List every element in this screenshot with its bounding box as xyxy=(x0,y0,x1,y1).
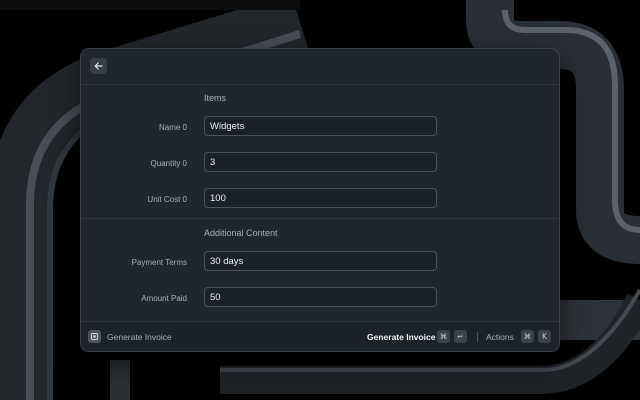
form-content: Items Name 0 Quantity 0 Unit Cost 0 Addi… xyxy=(81,85,559,322)
field-label-quantity-0: Quantity 0 xyxy=(150,159,187,168)
actions-button[interactable]: Actions xyxy=(486,332,514,342)
window-toolbar xyxy=(81,49,559,85)
section-divider xyxy=(81,218,559,219)
cmd-key-icon: ⌘ xyxy=(521,330,534,343)
back-button[interactable] xyxy=(90,58,107,74)
field-label-unit-cost-0: Unit Cost 0 xyxy=(147,195,187,204)
invoice-window: Items Name 0 Quantity 0 Unit Cost 0 Addi… xyxy=(80,48,560,352)
generate-invoice-button[interactable]: Generate Invoice xyxy=(367,332,436,342)
arrow-left-icon xyxy=(94,57,103,75)
extension-icon xyxy=(88,330,101,343)
name-0-input[interactable] xyxy=(204,116,437,136)
desktop: Items Name 0 Quantity 0 Unit Cost 0 Addi… xyxy=(0,0,640,400)
cmd-key-icon: ⌘ xyxy=(437,330,450,343)
amount-paid-input[interactable] xyxy=(204,287,437,307)
k-key-icon: K xyxy=(538,330,551,343)
footer-separator xyxy=(477,332,478,342)
quantity-0-input[interactable] xyxy=(204,152,437,172)
action-bar: Generate Invoice Generate Invoice ⌘ ↵ Ac… xyxy=(81,321,559,351)
command-title: Generate Invoice xyxy=(107,332,172,342)
field-label-name-0: Name 0 xyxy=(158,123,187,132)
section-title-additional-content: Additional Content xyxy=(204,228,278,238)
enter-key-icon: ↵ xyxy=(454,330,467,343)
unit-cost-0-input[interactable] xyxy=(204,188,437,208)
field-label-amount-paid: Amount Paid xyxy=(141,294,187,303)
field-label-payment-terms: Payment Terms xyxy=(131,258,187,267)
payment-terms-input[interactable] xyxy=(204,251,437,271)
section-title-items: Items xyxy=(204,93,227,103)
